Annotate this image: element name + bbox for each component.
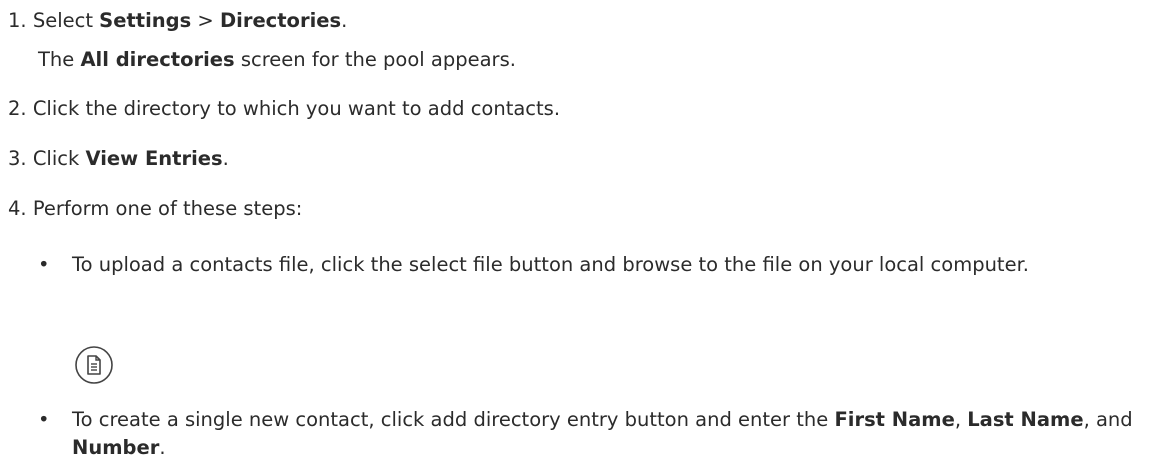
last-name-label: Last Name [967,408,1084,431]
step-3-suffix: . [222,147,229,170]
step-2-number: 2. [8,97,27,120]
bullet-marker: • [38,253,50,276]
bullet-add-contact-prefix: To create a single new contact, click ad… [72,408,835,431]
step-1-suffix: . [341,9,348,32]
step-2-text: Click the directory to which you want to… [32,97,561,120]
separator-2: , and [1083,408,1133,431]
step-1-prefix: Select [32,9,100,32]
step-3: 3. Click View Entries. [8,145,229,173]
step-4-text: Perform one of these steps: [32,197,303,220]
bullet-add-contact: • To create a single new contact, click … [38,406,1148,462]
step-2: 2. Click the directory to which you want… [8,95,560,123]
directories-menu-label: Directories [219,9,342,32]
step-4-number: 4. [8,197,27,220]
all-directories-label: All directories [80,48,235,71]
bullet-upload-text: To upload a contacts file, click the sel… [72,253,1030,276]
number-label: Number [72,436,160,459]
first-name-label: First Name [834,408,955,431]
step-4: 4. Perform one of these steps: [8,195,302,223]
step-3-number: 3. [8,147,27,170]
step-1-number: 1. [8,9,27,32]
step-1-separator: > [191,9,220,32]
step-1-result-prefix: The [38,48,81,71]
step-3-prefix: Click [32,147,86,170]
bullet-marker: • [38,408,50,431]
bullet-add-contact-text: To create a single new contact, click ad… [72,406,1157,462]
step-1-result-suffix: screen for the pool appears. [234,48,516,71]
step-1-result: The All directories screen for the pool … [38,46,516,74]
step-1: 1. Select Settings > Directories. [8,7,347,35]
instructions-document: 1. Select Settings > Directories. The Al… [0,0,1161,462]
settings-menu-label: Settings [99,9,192,32]
bullet-add-contact-suffix: . [159,436,166,459]
view-entries-label: View Entries [85,147,223,170]
bullet-upload-file: • To upload a contacts file, click the s… [38,251,1148,311]
separator-1: , [954,408,968,431]
select-file-icon[interactable] [72,343,116,387]
